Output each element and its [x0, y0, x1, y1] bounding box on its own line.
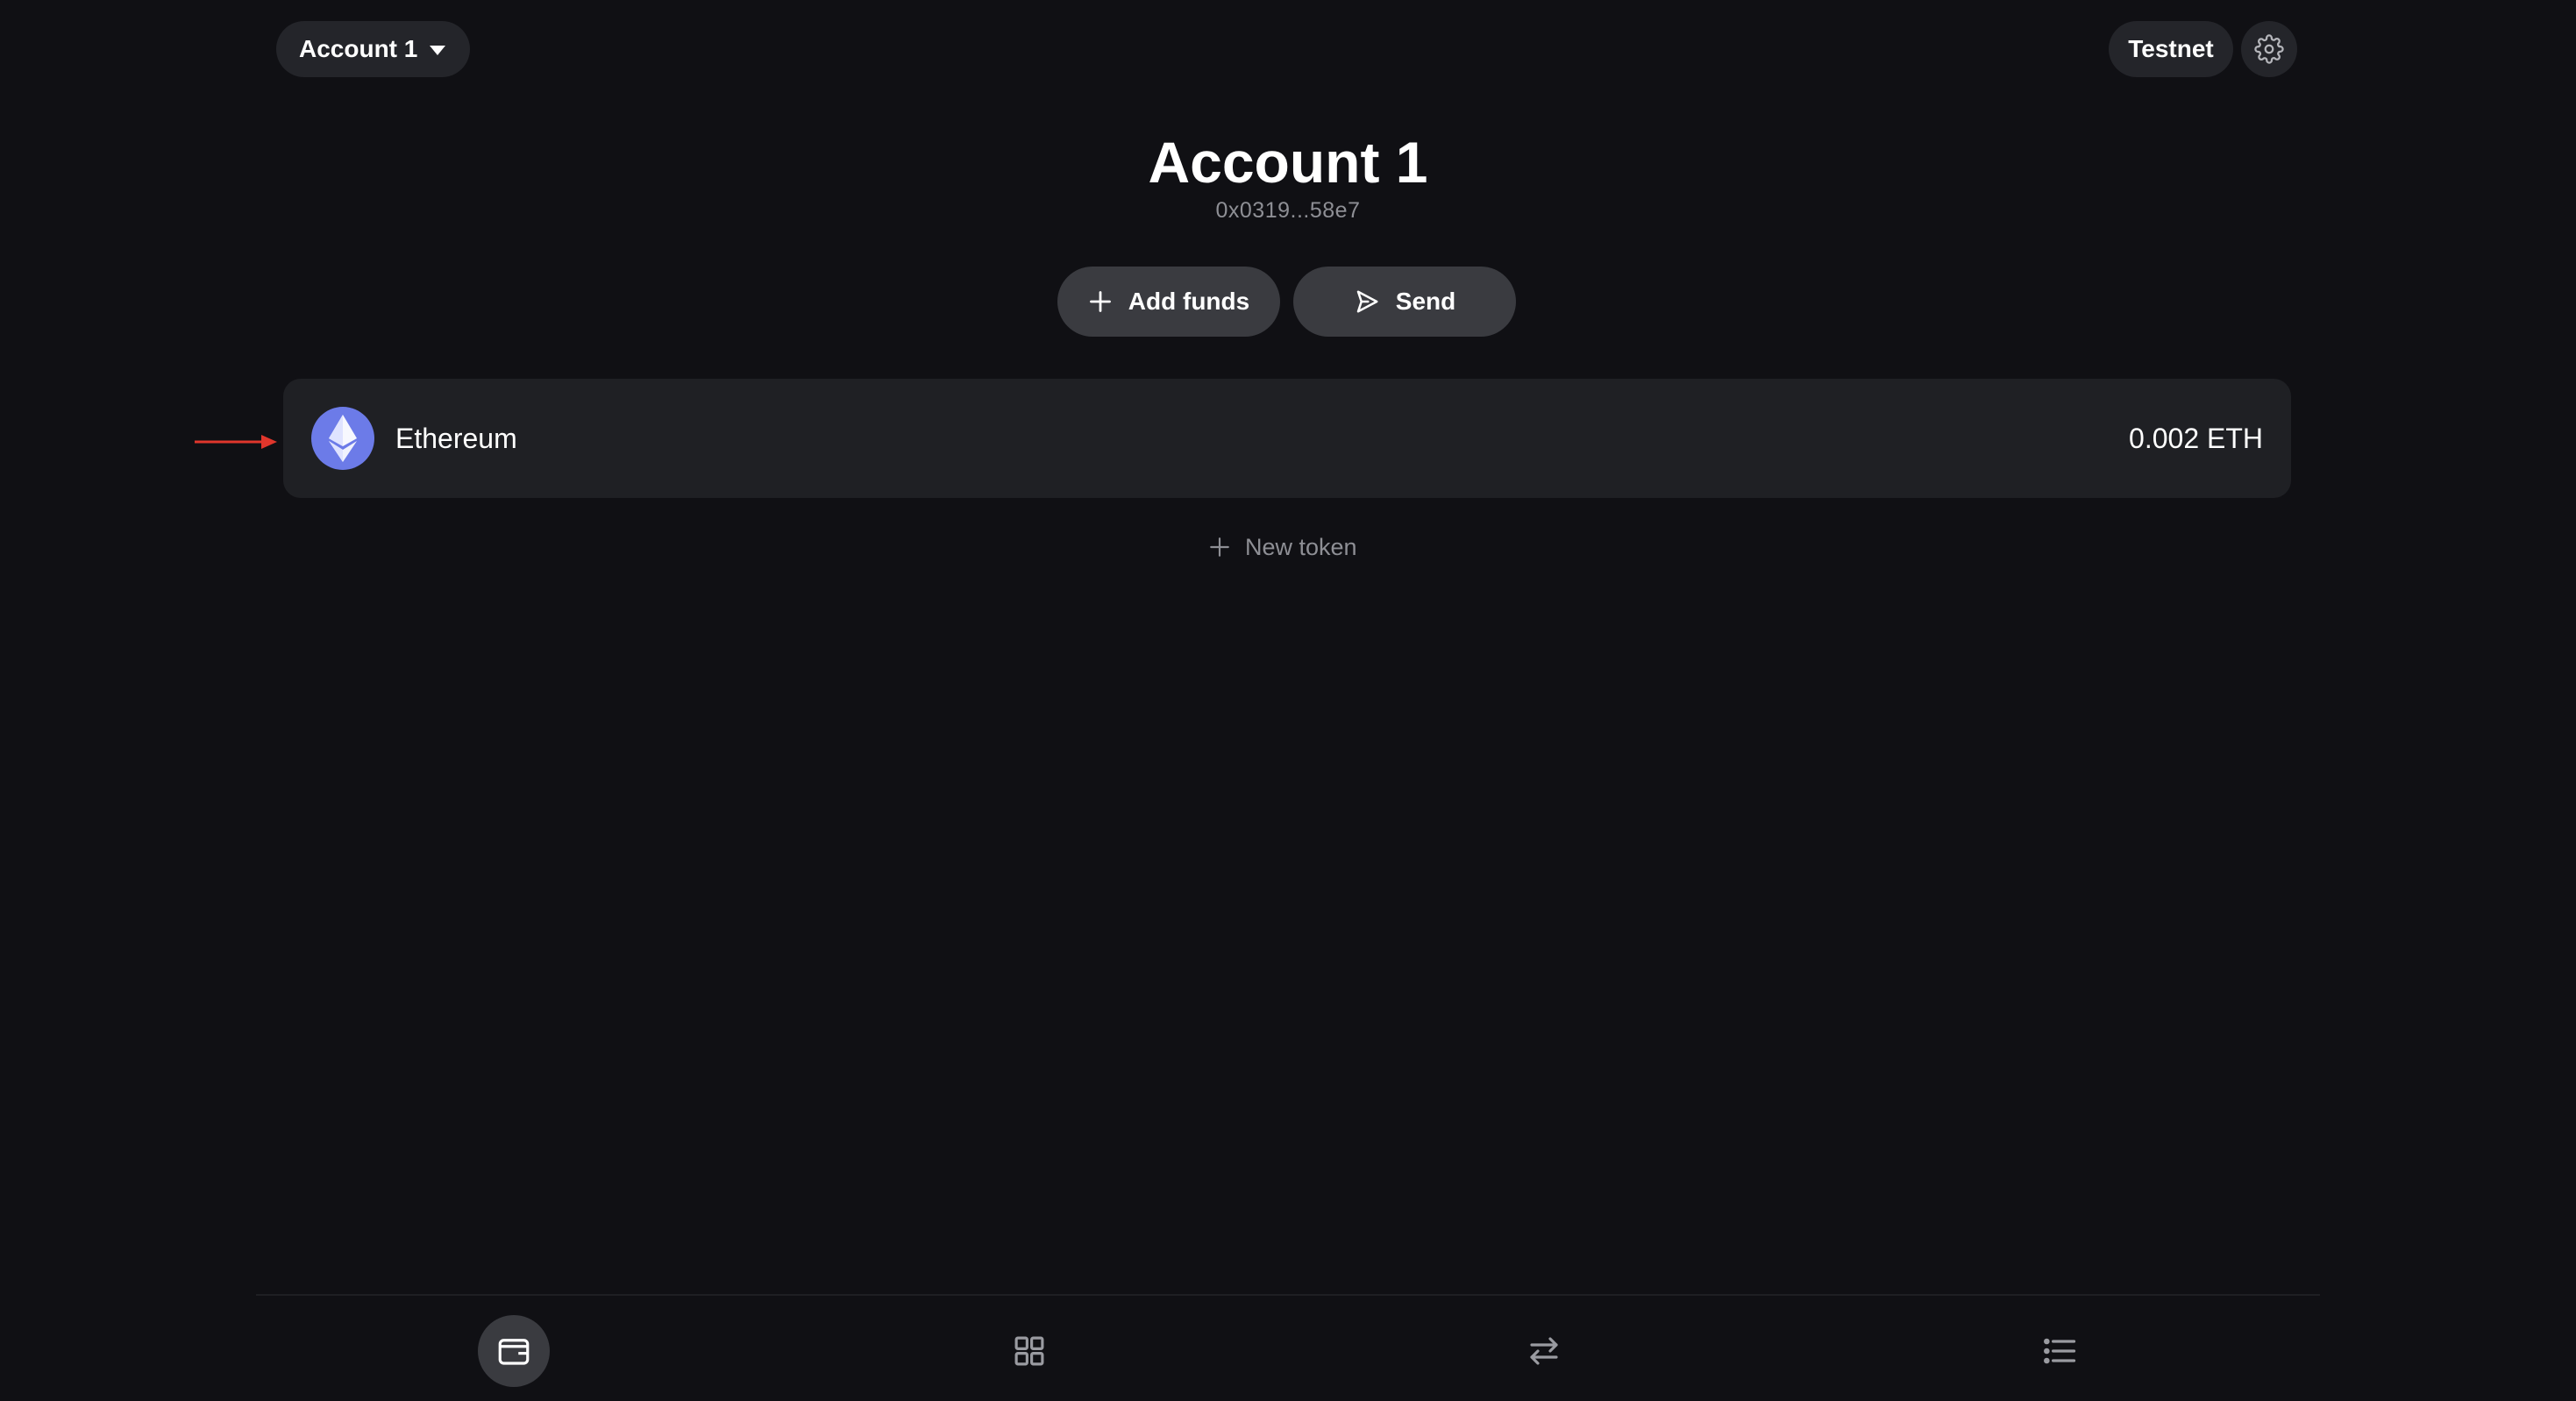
new-token-label: New token [1245, 533, 1357, 560]
wallet-app: Account 1 Testnet Account 1 0x0319...58e… [0, 0, 2576, 1401]
gear-icon [2254, 34, 2284, 64]
nav-wallet[interactable] [478, 1315, 550, 1387]
grid-icon [1014, 1336, 1044, 1366]
nav-apps[interactable] [993, 1315, 1065, 1387]
nav-swap[interactable] [1508, 1315, 1580, 1387]
token-name: Ethereum [395, 422, 517, 454]
account-address[interactable]: 0x0319...58e7 [0, 198, 2576, 224]
send-label: Send [1395, 288, 1456, 315]
list-icon [2044, 1338, 2076, 1364]
caret-down-icon [430, 45, 446, 55]
new-token-button[interactable]: New token [1208, 530, 1357, 565]
bottom-nav-divider [256, 1294, 2320, 1296]
annotation-arrow-icon [195, 435, 277, 449]
settings-button[interactable] [2241, 21, 2297, 77]
plus-icon [1210, 537, 1229, 557]
account-switcher-label: Account 1 [299, 35, 418, 62]
ethereum-icon [311, 407, 374, 470]
add-funds-label: Add funds [1128, 288, 1250, 315]
account-switcher[interactable]: Account 1 [276, 21, 471, 77]
page-title: Account 1 [1148, 130, 1428, 195]
network-label: Testnet [2128, 35, 2214, 62]
swap-arrows-icon [1530, 1337, 1558, 1365]
send-button[interactable]: Send [1293, 267, 1516, 337]
wallet-icon [498, 1339, 530, 1365]
nav-activity[interactable] [2024, 1315, 2096, 1387]
add-funds-button[interactable]: Add funds [1057, 267, 1280, 337]
plus-icon [1089, 291, 1111, 312]
token-row-ethereum[interactable]: Ethereum 0.002 ETH [283, 379, 2291, 498]
token-balance: 0.002 ETH [2129, 422, 2263, 454]
send-icon [1356, 290, 1378, 313]
network-selector[interactable]: Testnet [2109, 21, 2233, 77]
